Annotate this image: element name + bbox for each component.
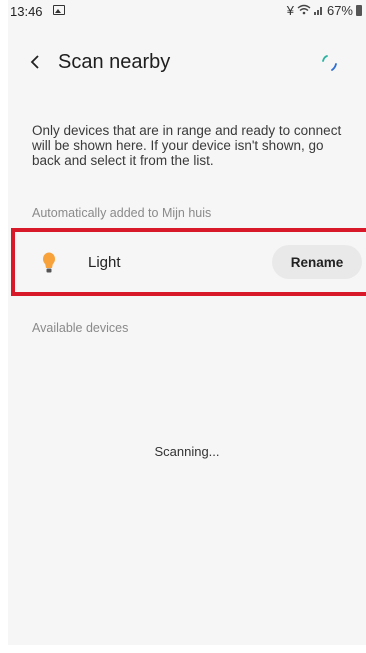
highlight-box <box>11 228 366 296</box>
scan-description: Only devices that are in range and ready… <box>32 123 342 168</box>
battery-icon <box>356 5 362 16</box>
app-bar: Scan nearby <box>8 40 366 84</box>
screen: 13:46 ¥ 67% Scan nearby Only devices tha… <box>8 0 366 645</box>
mute-icon: ¥ <box>286 3 294 18</box>
battery-percent: 67% <box>326 3 353 18</box>
section-label-auto-added: Automatically added to Mijn huis <box>32 206 212 220</box>
signal-icon <box>313 3 324 18</box>
scanning-status: Scanning... <box>154 444 220 459</box>
chevron-left-icon <box>30 55 39 69</box>
loading-spinner-icon <box>318 52 340 74</box>
wifi-icon <box>297 3 311 18</box>
status-indicators: ¥ 67% <box>287 3 362 18</box>
status-time: 13:46 <box>10 4 43 19</box>
status-bar: 13:46 ¥ 67% <box>8 0 366 22</box>
back-button[interactable] <box>22 48 50 76</box>
section-label-available: Available devices <box>32 321 129 335</box>
page-title: Scan nearby <box>58 51 171 73</box>
gallery-notification-icon <box>53 5 65 15</box>
